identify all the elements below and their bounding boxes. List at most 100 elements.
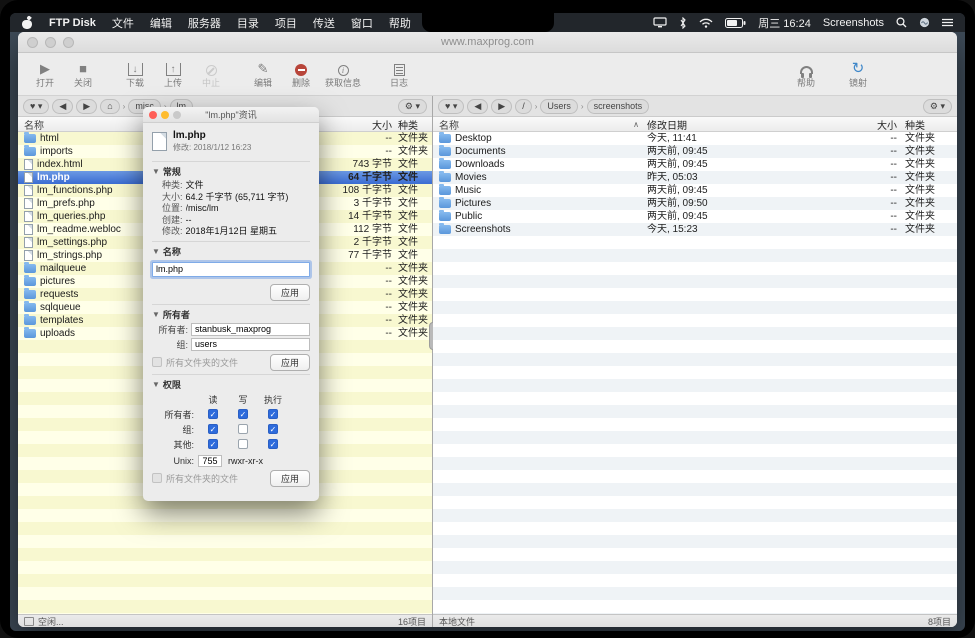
section-general[interactable]: ▼常规	[152, 165, 310, 178]
window-titlebar[interactable]: www.maxprog.com	[18, 32, 957, 53]
menu-status-app[interactable]: Screenshots	[823, 17, 884, 29]
favorites-button[interactable]: ♥ ▾	[23, 99, 49, 114]
owner-field[interactable]	[191, 323, 310, 336]
menu-clock[interactable]: 周三 16:24	[758, 15, 811, 31]
folder-icon	[439, 225, 451, 234]
delete-button[interactable]: 删除	[282, 59, 320, 89]
apple-menu-icon[interactable]	[22, 17, 33, 29]
apply-permissions-button[interactable]: 应用	[270, 470, 310, 487]
menu-item-window[interactable]: 窗口	[351, 15, 373, 31]
mirror-button[interactable]: ↻镜射	[839, 59, 877, 89]
rename-input[interactable]	[152, 262, 310, 277]
owner-write-checkbox[interactable]	[238, 409, 248, 419]
log-button[interactable]: 日志	[380, 59, 418, 89]
menu-item-help[interactable]: 帮助	[389, 15, 411, 31]
dialog-titlebar[interactable]: "lm.php"资讯	[143, 107, 319, 123]
file-size: --	[837, 210, 897, 223]
col-modified[interactable]: 修改日期	[647, 117, 837, 132]
col-size[interactable]: 大小	[322, 117, 392, 132]
file-kind: 文件夹	[398, 145, 428, 158]
info-label: 修改:	[162, 226, 183, 238]
apply-owner-button[interactable]: 应用	[270, 354, 310, 371]
unix-mode-field[interactable]	[198, 455, 222, 467]
file-kind: 文件	[398, 236, 428, 249]
other-read-checkbox[interactable]	[208, 439, 218, 449]
upload-button[interactable]: ↑上传	[154, 59, 192, 89]
group-exec-checkbox[interactable]	[268, 424, 278, 434]
get-info-button[interactable]: i获取信息	[320, 59, 366, 89]
section-owner[interactable]: ▼所有者	[152, 308, 310, 321]
disclosure-triangle-icon[interactable]: ▼	[152, 380, 160, 389]
table-row[interactable]: Public两天前, 09:45--文件夹	[433, 210, 957, 223]
bluetooth-icon[interactable]	[679, 17, 687, 29]
table-row[interactable]: Downloads两天前, 09:45--文件夹	[433, 158, 957, 171]
owner-read-checkbox[interactable]	[208, 409, 218, 419]
minimize-button[interactable]	[161, 111, 169, 119]
other-exec-checkbox[interactable]	[268, 439, 278, 449]
breadcrumb-screenshots[interactable]: screenshots	[587, 99, 650, 114]
disclosure-triangle-icon[interactable]: ▼	[152, 247, 160, 256]
owner-exec-checkbox[interactable]	[268, 409, 278, 419]
forward-button[interactable]: ▶	[76, 99, 97, 114]
table-row[interactable]: Desktop今天, 11:41--文件夹	[433, 132, 957, 145]
col-name[interactable]: 名称	[439, 117, 459, 132]
table-row[interactable]: Music两天前, 09:45--文件夹	[433, 184, 957, 197]
section-name[interactable]: ▼名称	[152, 245, 310, 258]
wifi-icon[interactable]	[699, 18, 713, 28]
menu-item-project[interactable]: 项目	[275, 15, 297, 31]
perm-other-label: 其他:	[152, 438, 194, 451]
table-row[interactable]: Screenshots今天, 15:23--文件夹	[433, 223, 957, 236]
file-size: --	[837, 171, 897, 184]
help-button[interactable]: 帮助	[787, 59, 825, 89]
col-kind[interactable]: 种类	[398, 117, 428, 132]
table-row[interactable]: Documents两天前, 09:45--文件夹	[433, 145, 957, 158]
table-row[interactable]: Movies昨天, 05:03--文件夹	[433, 171, 957, 184]
delete-label: 删除	[292, 76, 310, 89]
remote-item-count: 16项目	[398, 615, 426, 628]
edit-button[interactable]: ✎编辑	[244, 59, 282, 89]
menu-item-file[interactable]: 文件	[112, 15, 134, 31]
menu-item-edit[interactable]: 编辑	[150, 15, 172, 31]
root-breadcrumb[interactable]: /	[515, 99, 532, 114]
col-kind[interactable]: 种类	[905, 117, 945, 132]
remote-statusbar: 空闲... 16项目	[18, 614, 432, 627]
download-button[interactable]: ↓下载	[116, 59, 154, 89]
group-read-checkbox[interactable]	[208, 424, 218, 434]
close-connection-button[interactable]: ■关闭	[64, 59, 102, 89]
siri-icon[interactable]	[919, 17, 930, 28]
local-column-header[interactable]: 名称∧ 修改日期 大小 种类	[433, 117, 957, 132]
home-breadcrumb[interactable]: ⌂	[100, 99, 119, 114]
menu-item-directory[interactable]: 目录	[237, 15, 259, 31]
remote-actions-button[interactable]: ⚙ ▾	[398, 99, 427, 114]
menu-item-server[interactable]: 服务器	[188, 15, 221, 31]
file-size: --	[322, 132, 392, 145]
local-file-list[interactable]: Desktop今天, 11:41--文件夹 Documents两天前, 09:4…	[433, 132, 957, 614]
notification-center-icon[interactable]	[942, 18, 953, 27]
display-icon[interactable]	[653, 17, 667, 28]
other-write-checkbox[interactable]	[238, 439, 248, 449]
file-kind: 文件	[398, 171, 428, 184]
local-actions-button[interactable]: ⚙ ▾	[923, 99, 952, 114]
table-row[interactable]: Pictures两天前, 09:50--文件夹	[433, 197, 957, 210]
open-button[interactable]: ▶打开	[26, 59, 64, 89]
back-button[interactable]: ◀	[467, 99, 488, 114]
disclosure-triangle-icon[interactable]: ▼	[152, 310, 160, 319]
folder-icon	[439, 212, 451, 221]
group-write-checkbox[interactable]	[238, 424, 248, 434]
breadcrumb-users[interactable]: Users	[540, 99, 578, 114]
search-icon[interactable]	[896, 17, 907, 28]
favorites-button[interactable]: ♥ ▾	[438, 99, 464, 114]
disclosure-triangle-icon[interactable]: ▼	[152, 167, 160, 176]
forward-button[interactable]: ▶	[491, 99, 512, 114]
back-button[interactable]: ◀	[52, 99, 73, 114]
section-permissions[interactable]: ▼权限	[152, 378, 310, 391]
apply-name-button[interactable]: 应用	[270, 284, 310, 301]
close-button[interactable]	[149, 111, 157, 119]
open-label: 打开	[36, 76, 54, 89]
menu-item-transfer[interactable]: 传送	[313, 15, 335, 31]
file-kind: 文件夹	[398, 288, 428, 301]
group-field[interactable]	[191, 338, 310, 351]
col-size[interactable]: 大小	[837, 117, 897, 132]
battery-icon[interactable]	[725, 18, 746, 28]
menu-app-name[interactable]: FTP Disk	[49, 17, 96, 29]
